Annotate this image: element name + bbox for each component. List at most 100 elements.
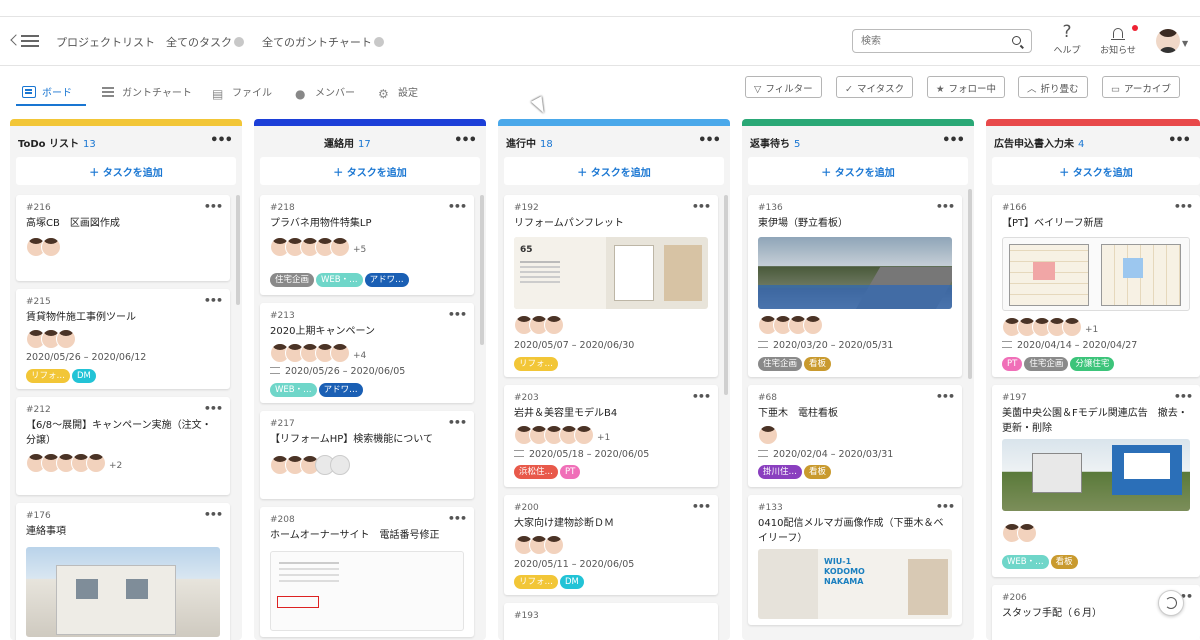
assignee-avatars: +5 xyxy=(270,237,366,259)
card-menu-icon[interactable]: ••• xyxy=(1174,390,1193,403)
task-card[interactable]: #218 ••• プラバネ用物件特集LP +5 住宅企画 WEB・… アドワ… xyxy=(260,195,474,295)
nav-all-gantt[interactable]: 全てのガントチャート xyxy=(262,34,384,50)
column-name: 広告申込書入力未 xyxy=(994,139,1074,150)
tab-board[interactable]: ボード xyxy=(16,78,86,106)
task-card[interactable]: #197 ••• 美薗中央公園＆Fモデル関連広告 撤去・更新・削除 WEB・… 看板 xyxy=(992,385,1200,577)
card-menu-icon[interactable]: ••• xyxy=(204,508,223,521)
task-card[interactable]: #166 ••• 【PT】ベイリーフ新居 +1 2020/04/14 – 2020… xyxy=(992,195,1200,377)
nav-project-list[interactable]: プロジェクトリスト xyxy=(56,34,155,50)
notices-button[interactable]: お知らせ xyxy=(1096,21,1140,56)
task-card[interactable]: #203 ••• 岩井＆美容里モデルB4 +1 2020/05/18 – 2020… xyxy=(504,385,718,487)
list-icon xyxy=(270,367,280,374)
task-card[interactable]: #217 ••• 【リフォームHP】検索機能について xyxy=(260,411,474,499)
tag-badge: PT xyxy=(560,465,581,479)
card-menu-icon[interactable]: ••• xyxy=(204,402,223,415)
search-input[interactable] xyxy=(861,33,1001,49)
task-dates: 2020/02/04 – 2020/03/31 xyxy=(758,449,893,460)
avatar xyxy=(803,315,823,335)
tab-gantt[interactable]: ガントチャート xyxy=(102,78,192,106)
add-task-button[interactable]: ＋ タスクを追加 xyxy=(504,157,724,185)
card-menu-icon[interactable]: ••• xyxy=(936,390,955,403)
card-menu-icon[interactable]: ••• xyxy=(448,308,467,321)
task-id: #208 xyxy=(270,515,295,525)
billboard-photo-image xyxy=(758,237,952,309)
column-count: 17 xyxy=(358,139,371,150)
card-menu-icon[interactable]: ••• xyxy=(448,200,467,213)
assignee-avatars xyxy=(26,237,61,259)
task-card[interactable]: #133 ••• 0410配信メルマガ画像作成（下亜木＆ベイリーフ） WIU-1 … xyxy=(748,495,962,625)
column-name: 運絡用 xyxy=(324,139,354,150)
task-card[interactable]: #200 ••• 大家向け建物診断ＤＭ 2020/05/11 – 2020/06/… xyxy=(504,495,718,595)
following-button[interactable]: ★ フォロー中 xyxy=(927,76,1006,98)
board-icon xyxy=(22,86,36,98)
card-menu-icon[interactable]: ••• xyxy=(448,512,467,525)
floor-plan-image xyxy=(1002,237,1190,311)
column-title: 返事待ち 5 xyxy=(750,135,800,150)
task-title: 0410配信メルマガ画像作成（下亜木＆ベイリーフ） xyxy=(758,518,944,544)
column-scrollbar[interactable] xyxy=(236,195,240,305)
task-card[interactable]: #193 xyxy=(504,603,718,640)
search-icon[interactable] xyxy=(1012,36,1021,45)
add-task-button[interactable]: ＋ タスクを追加 xyxy=(260,157,480,185)
card-menu-icon[interactable]: ••• xyxy=(204,200,223,213)
search-box[interactable] xyxy=(852,29,1032,53)
task-card[interactable]: #208 ••• ホームオーナーサイト 電話番号修正 xyxy=(260,507,474,637)
task-id: #206 xyxy=(1002,593,1027,603)
tag-badge: 分譲住宅 xyxy=(1070,357,1115,371)
task-card[interactable]: #216 ••• 高塚CB 区画図作成 xyxy=(16,195,230,281)
more-assignees-count: +1 xyxy=(597,433,611,443)
gantt-icon xyxy=(102,86,116,98)
tab-files[interactable]: ▤ ファイル xyxy=(212,78,272,106)
task-card[interactable]: #213 ••• 2020上期キャンペーン +4 2020/05/26 – 202… xyxy=(260,303,474,403)
task-date-range: 2020/05/18 – 2020/06/05 xyxy=(529,449,650,460)
tag-badge: リフォ… xyxy=(26,369,71,383)
card-menu-icon[interactable]: ••• xyxy=(692,390,711,403)
column-menu-icon[interactable]: ••• xyxy=(698,133,721,148)
help-button[interactable]: ? ヘルプ xyxy=(1052,21,1082,56)
pamphlet-photo-image: 65 xyxy=(514,237,708,309)
column-scrollbar[interactable] xyxy=(968,189,972,379)
task-id: #176 xyxy=(26,511,51,521)
nav-all-tasks[interactable]: 全てのタスク xyxy=(166,34,244,50)
task-card[interactable]: #68 ••• 下亜木 電柱看板 2020/02/04 – 2020/03/31 … xyxy=(748,385,962,487)
card-menu-icon[interactable]: ••• xyxy=(692,500,711,513)
add-task-button[interactable]: ＋ タスクを追加 xyxy=(748,157,968,185)
card-menu-icon[interactable]: ••• xyxy=(936,200,955,213)
task-card[interactable]: #212 ••• 【6/8～展開】キャンペーン実施（注文・分譲） +2 xyxy=(16,397,230,495)
card-menu-icon[interactable]: ••• xyxy=(1174,200,1193,213)
folder-icon: ▭ xyxy=(1111,84,1120,95)
add-task-label: タスクを追加 xyxy=(1072,168,1133,179)
add-task-button[interactable]: ＋ タスクを追加 xyxy=(16,157,236,185)
tab-members[interactable]: ● メンバー xyxy=(295,78,355,106)
history-icon[interactable] xyxy=(1158,590,1184,616)
avatar xyxy=(1017,523,1037,543)
column-menu-icon[interactable]: ••• xyxy=(1168,133,1191,148)
task-card[interactable]: #136 ••• 東伊場（野立看板） 2020/03/20 – 2020/05/3… xyxy=(748,195,962,377)
task-card[interactable]: #215 ••• 賃貸物件施工事例ツール 2020/05/26 – 2020/06… xyxy=(16,289,230,389)
column-menu-icon[interactable]: ••• xyxy=(454,133,477,148)
chevron-down-icon[interactable]: ▼ xyxy=(1182,39,1188,48)
task-card[interactable]: #176 ••• 連絡事項 xyxy=(16,503,230,640)
back-menu-icon[interactable] xyxy=(10,32,40,50)
task-card[interactable]: #192 ••• リフォームパンフレット 65 2020/05/07 – 2020… xyxy=(504,195,718,377)
task-id: #213 xyxy=(270,311,295,321)
column-color-bar xyxy=(498,119,730,126)
card-menu-icon[interactable]: ••• xyxy=(204,294,223,307)
filter-button[interactable]: ▽ フィルター xyxy=(745,76,822,98)
card-menu-icon[interactable]: ••• xyxy=(692,200,711,213)
task-id: #200 xyxy=(514,503,539,513)
archive-button[interactable]: ▭ アーカイブ xyxy=(1102,76,1180,98)
column-scrollbar[interactable] xyxy=(480,195,484,345)
task-dates: 2020/05/07 – 2020/06/30 xyxy=(514,340,634,351)
column-title: ToDo リスト 13 xyxy=(18,135,96,150)
user-avatar[interactable] xyxy=(1156,29,1180,53)
add-task-button[interactable]: ＋ タスクを追加 xyxy=(992,157,1200,185)
card-menu-icon[interactable]: ••• xyxy=(448,416,467,429)
card-menu-icon[interactable]: ••• xyxy=(936,500,955,513)
collapse-button[interactable]: ︿ 折り畳む xyxy=(1018,76,1088,98)
column-menu-icon[interactable]: ••• xyxy=(210,133,233,148)
my-tasks-button[interactable]: ✓ マイタスク xyxy=(836,76,914,98)
column-menu-icon[interactable]: ••• xyxy=(942,133,965,148)
tab-settings[interactable]: ⚙ 設定 xyxy=(378,78,418,106)
column-scrollbar[interactable] xyxy=(724,195,728,395)
